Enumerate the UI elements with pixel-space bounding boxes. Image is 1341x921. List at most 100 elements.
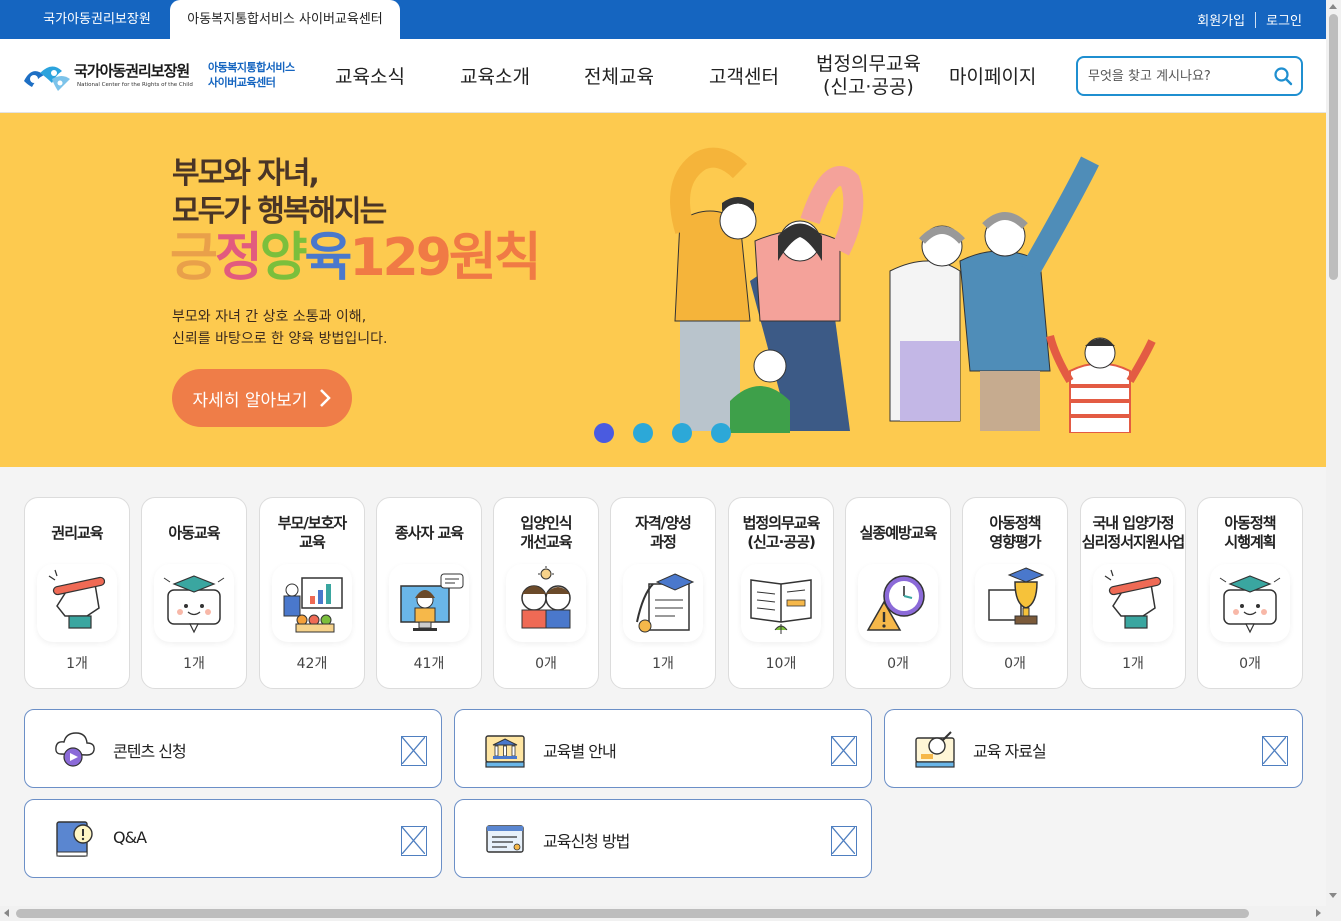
page: 국가아동권리보장원 아동복지통합서비스 사이버교육센터 회원가입 로그인 국가아… bbox=[0, 0, 1341, 921]
quick-link-label: 교육신청 방법 bbox=[543, 832, 630, 851]
category-card[interactable]: 자격/양성 과정 1개 bbox=[610, 497, 716, 689]
category-card[interactable]: 종사자 교육 41개 bbox=[376, 497, 482, 689]
category-card[interactable]: 권리교육 1개 bbox=[24, 497, 130, 689]
category-cards: 권리교육 1개 아동교육 1개 부모/보호자 교육 42개 종사자 교육 41개 입양인식 개선… bbox=[24, 497, 1303, 689]
category-count: 41개 bbox=[413, 656, 445, 672]
category-count: 1개 bbox=[66, 656, 88, 672]
main-nav: 교육소식 교육소개 전체교육 고객센터 법정의무교육 (신고·공공) 마이페이지 bbox=[0, 39, 1070, 113]
banner-headline-line1: 부모와 자녀, bbox=[172, 156, 320, 191]
search-icon[interactable] bbox=[1273, 66, 1293, 86]
cloud-play-icon bbox=[55, 732, 95, 767]
category-count: 10개 bbox=[765, 656, 797, 672]
certificate-icon bbox=[623, 564, 703, 642]
trophy-icon bbox=[975, 564, 1055, 642]
category-count: 1개 bbox=[652, 656, 674, 672]
scroll-down-arrow-icon[interactable] bbox=[1329, 893, 1337, 898]
category-title: 입양인식 개선교육 bbox=[520, 514, 572, 551]
utility-links: 회원가입 로그인 bbox=[1197, 0, 1302, 39]
banner-learn-more-button[interactable]: 자세히 알아보기 bbox=[172, 369, 352, 427]
hand-pencil-icon bbox=[1093, 564, 1173, 642]
quick-link-arrow-icon bbox=[831, 736, 857, 766]
site-tab-ncrc[interactable]: 국가아동권리보장원 bbox=[24, 0, 170, 39]
nav-my-page[interactable]: 마이페이지 bbox=[949, 66, 1036, 89]
book-exclamation-icon bbox=[56, 821, 93, 857]
banner-description: 부모와 자녀 간 상호 소통과 이해, 신뢰를 바탕으로 한 양육 방법입니다. bbox=[172, 306, 387, 350]
category-count: 0개 bbox=[1239, 656, 1261, 672]
banner-cta-label: 자세히 알아보기 bbox=[192, 390, 308, 411]
warning-clock-icon bbox=[858, 564, 938, 642]
category-card[interactable]: 입양인식 개선교육 0개 bbox=[493, 497, 599, 689]
category-card[interactable]: 국내 입양가정 심리정서지원사업 1개 bbox=[1080, 497, 1186, 689]
category-title: 아동교육 bbox=[168, 523, 220, 542]
quick-link-how-to-apply[interactable]: 교육신청 방법 bbox=[454, 799, 872, 878]
nav-education-intro[interactable]: 교육소개 bbox=[460, 66, 530, 89]
quick-link-label: Q&A bbox=[113, 828, 147, 847]
category-title: 권리교육 bbox=[51, 523, 103, 542]
category-title: 법정의무교육 (신고·공공) bbox=[742, 514, 821, 551]
category-card[interactable]: 법정의무교육 (신고·공공) 10개 bbox=[728, 497, 834, 689]
banner-big-title: 긍정양육129원칙 bbox=[170, 228, 542, 288]
category-count: 0개 bbox=[1004, 656, 1026, 672]
category-count: 42개 bbox=[296, 656, 328, 672]
quick-link-label: 교육별 안내 bbox=[543, 742, 617, 761]
quick-link-arrow-icon bbox=[401, 826, 427, 856]
category-title: 실종예방교육 bbox=[859, 523, 938, 542]
top-bar: 국가아동권리보장원 아동복지통합서비스 사이버교육센터 회원가입 로그인 bbox=[0, 0, 1326, 39]
banner-big-part: 129원칙 bbox=[349, 228, 541, 288]
slide-dot-1[interactable] bbox=[594, 423, 614, 443]
category-card[interactable]: 실종예방교육 0개 bbox=[845, 497, 951, 689]
quick-link-arrow-icon bbox=[1262, 736, 1288, 766]
site-tab-cyber-education[interactable]: 아동복지통합서비스 사이버교육센터 bbox=[170, 0, 400, 39]
search-box bbox=[1076, 56, 1303, 96]
search-monitor-icon bbox=[915, 731, 955, 768]
nav-customer-center[interactable]: 고객센터 bbox=[709, 66, 779, 89]
signup-link[interactable]: 회원가입 bbox=[1197, 10, 1245, 29]
category-title: 종사자 교육 bbox=[394, 523, 464, 542]
children-icon bbox=[506, 564, 586, 642]
nav-mandatory-education[interactable]: 법정의무교육 (신고·공공) bbox=[816, 53, 921, 99]
quick-link-qna[interactable]: Q&A bbox=[24, 799, 442, 878]
slide-dot-3[interactable] bbox=[672, 423, 692, 443]
scroll-up-arrow-icon[interactable] bbox=[1329, 4, 1337, 9]
vertical-scrollbar[interactable] bbox=[1326, 0, 1341, 921]
category-count: 1개 bbox=[183, 656, 205, 672]
nav-education-news[interactable]: 교육소식 bbox=[335, 66, 405, 89]
slide-dot-2[interactable] bbox=[633, 423, 653, 443]
category-title: 아동정책 시행계획 bbox=[1224, 514, 1276, 551]
form-card-icon bbox=[486, 825, 524, 853]
login-link[interactable]: 로그인 bbox=[1266, 10, 1302, 29]
category-card[interactable]: 부모/보호자 교육 42개 bbox=[259, 497, 365, 689]
scroll-left-arrow-icon[interactable] bbox=[4, 909, 9, 917]
category-title: 부모/보호자 교육 bbox=[277, 514, 347, 551]
category-count: 1개 bbox=[1122, 656, 1144, 672]
building-monitor-icon bbox=[485, 735, 525, 768]
category-card[interactable]: 아동정책 영향평가 0개 bbox=[962, 497, 1068, 689]
quick-link-education-guide[interactable]: 교육별 안내 bbox=[454, 709, 872, 788]
category-card[interactable]: 아동교육 1개 bbox=[141, 497, 247, 689]
category-card[interactable]: 아동정책 시행계획 0개 bbox=[1197, 497, 1303, 689]
scroll-right-arrow-icon[interactable] bbox=[1316, 909, 1321, 917]
quick-link-content-request[interactable]: 콘텐츠 신청 bbox=[24, 709, 442, 788]
nav-all-education[interactable]: 전체교육 bbox=[584, 66, 654, 89]
hero-banner: 부모와 자녀, 모두가 행복해지는 긍정양육129원칙 부모와 자녀 간 상호 … bbox=[0, 113, 1326, 467]
nav-mandatory-line2: (신고·공공) bbox=[823, 76, 914, 98]
presentation-board-icon bbox=[272, 564, 352, 642]
family-illustration bbox=[670, 147, 1156, 433]
quick-link-arrow-icon bbox=[831, 826, 857, 856]
category-title: 국내 입양가정 심리정서지원사업 bbox=[1081, 514, 1185, 551]
site-header: 국가아동권리보장원 National Center for the Rights… bbox=[0, 39, 1326, 113]
banner-big-part: 육 bbox=[304, 228, 353, 288]
slide-dot-4[interactable] bbox=[711, 423, 731, 443]
vertical-scroll-thumb[interactable] bbox=[1329, 14, 1338, 280]
horizontal-scrollbar[interactable] bbox=[0, 906, 1326, 921]
banner-desc-line1: 부모와 자녀 간 상호 소통과 이해, bbox=[172, 309, 367, 325]
search-input[interactable] bbox=[1088, 66, 1268, 86]
banner-headline-line2: 모두가 행복해지는 bbox=[172, 194, 387, 229]
speech-bubble-graduate-icon bbox=[1210, 564, 1290, 642]
horizontal-scroll-thumb[interactable] bbox=[16, 909, 1249, 918]
category-title: 아동정책 영향평가 bbox=[989, 514, 1041, 551]
quick-link-education-materials[interactable]: 교육 자료실 bbox=[884, 709, 1303, 788]
chevron-right-icon bbox=[320, 389, 332, 407]
nav-mandatory-line1: 법정의무교육 bbox=[816, 53, 921, 75]
category-count: 0개 bbox=[887, 656, 909, 672]
